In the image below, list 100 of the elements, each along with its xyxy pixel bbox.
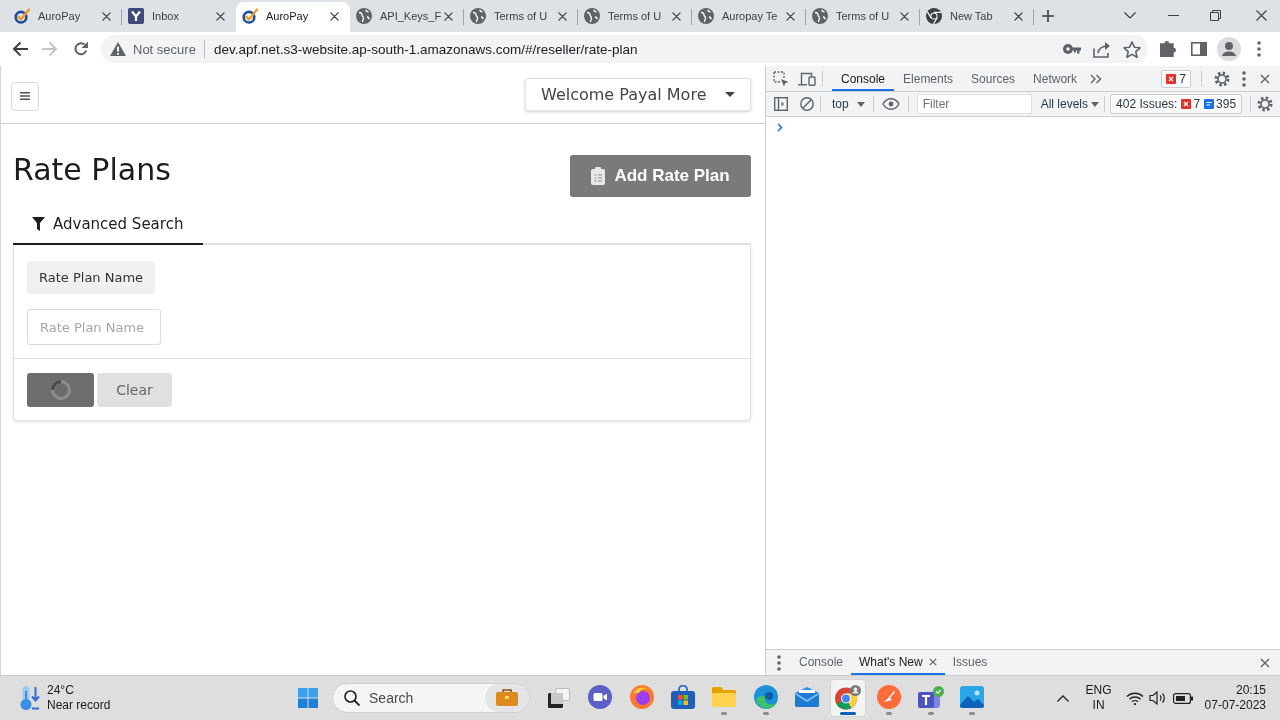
clock-date[interactable]: 07-07-2023 [1204, 698, 1266, 713]
close-icon[interactable] [1260, 657, 1270, 668]
devtools-tab[interactable]: Sources [962, 66, 1025, 91]
edge-icon[interactable] [753, 685, 778, 709]
task-view-icon[interactable] [548, 688, 570, 708]
puzzle-icon[interactable] [1160, 41, 1176, 57]
context-selector[interactable]: top [832, 97, 865, 111]
close-icon[interactable] [444, 11, 453, 21]
firefox-icon[interactable] [629, 685, 654, 709]
minimize-icon[interactable] [1168, 14, 1179, 16]
clock-time[interactable]: 20:15 [1204, 683, 1266, 698]
browser-tab[interactable]: Terms of U [806, 2, 920, 32]
weather-condition[interactable]: Near record [47, 698, 111, 713]
devtools-tab[interactable]: Elements [894, 66, 963, 91]
thermometer-icon[interactable] [20, 686, 40, 710]
inspect-icon[interactable] [773, 70, 789, 87]
clear-console-icon[interactable] [800, 97, 814, 111]
browser-tab[interactable]: Auropay Te [692, 2, 806, 32]
reload-icon[interactable] [73, 41, 89, 57]
clear-button[interactable]: Clear [97, 373, 172, 407]
weather-temperature[interactable]: 24°C [47, 683, 111, 698]
user-menu-button[interactable]: Welcome Payal More [525, 78, 751, 111]
text-input-field[interactable]: Rate Plan Name [27, 309, 161, 345]
error-count-button[interactable]: 7 [1161, 69, 1191, 88]
more-icon[interactable] [777, 654, 781, 671]
issues-button[interactable]: 402 Issues: 7 395 [1110, 94, 1243, 114]
store-bag-icon[interactable] [670, 685, 695, 709]
close-icon[interactable] [216, 11, 225, 21]
postman-icon[interactable] [877, 685, 902, 709]
security-label[interactable]: Not secure [133, 41, 196, 57]
close-icon[interactable] [672, 11, 681, 21]
sidebar-icon[interactable] [774, 97, 788, 111]
close-icon[interactable] [102, 11, 111, 21]
drawer-tab[interactable]: Console [791, 650, 852, 675]
chevron-up-icon[interactable] [1056, 694, 1069, 702]
more-tabs-icon[interactable] [1090, 73, 1103, 84]
close-icon[interactable] [1014, 11, 1023, 21]
globe-icon [584, 8, 600, 24]
search-icon [344, 690, 360, 706]
eye-icon[interactable] [881, 98, 900, 110]
photos-icon[interactable] [960, 686, 984, 708]
drawer-tab[interactable]: Issues [944, 650, 996, 675]
close-icon[interactable] [330, 11, 339, 21]
device-icon[interactable] [798, 71, 816, 86]
back-icon[interactable] [12, 41, 28, 57]
close-icon[interactable] [900, 11, 909, 21]
more-icon[interactable] [1242, 70, 1246, 87]
new-tab-icon[interactable] [1042, 10, 1054, 22]
address-bar[interactable]: Not secure dev.apf.net.s3-website.ap-south-1.amazonaws.com/#/reseller/rate-plan [101, 35, 1148, 63]
more-icon[interactable] [1257, 41, 1261, 57]
browser-tab[interactable]: AuroPay [236, 2, 350, 32]
menu-icon [20, 92, 30, 100]
video-call-icon[interactable] [588, 685, 613, 709]
browser-tab[interactable]: Terms of U [464, 2, 578, 32]
search-bar[interactable]: Search [332, 683, 530, 713]
globe-icon [356, 8, 372, 24]
chevron-down-icon[interactable] [1124, 11, 1136, 19]
share-icon[interactable] [1093, 40, 1111, 58]
close-icon[interactable] [786, 11, 795, 21]
globe-icon [470, 8, 486, 24]
browser-tab[interactable]: API_Keys_F [350, 2, 464, 32]
menu-button[interactable] [11, 81, 39, 111]
key-icon[interactable] [1063, 44, 1081, 54]
close-icon[interactable] [1256, 9, 1267, 21]
dropdown-icon [856, 101, 865, 107]
star-icon[interactable] [1123, 40, 1141, 58]
settings-icon[interactable] [1214, 70, 1230, 87]
restore-icon[interactable] [1210, 9, 1221, 21]
teams-icon[interactable] [917, 686, 944, 708]
close-icon[interactable] [1260, 73, 1270, 84]
log-levels-dropdown[interactable]: All levels [1040, 97, 1100, 111]
mail-icon[interactable] [794, 687, 819, 707]
globe-icon [698, 8, 714, 24]
close-icon[interactable] [558, 11, 567, 21]
browser-tab[interactable]: Inbox [122, 2, 236, 32]
browser-tab[interactable]: AuroPay [8, 2, 122, 32]
search-field[interactable]: Search [369, 690, 459, 706]
check-ring-icon [242, 8, 258, 24]
browser-tab[interactable]: New Tab [920, 2, 1034, 32]
error-icon [1181, 99, 1192, 109]
y-tile-icon [128, 8, 144, 24]
settings-icon[interactable] [1257, 96, 1274, 112]
search-tab[interactable]: Advanced Search [13, 205, 204, 245]
filter-icon [32, 217, 45, 231]
language-label[interactable]: ENG [1085, 683, 1112, 698]
battery-icon[interactable] [1172, 692, 1193, 704]
region-label[interactable]: IN [1085, 698, 1112, 713]
active-app-highlight[interactable] [830, 679, 867, 717]
filter-field[interactable]: Filter [916, 94, 1032, 114]
wifi-icon[interactable] [1125, 691, 1144, 705]
devtools-tab[interactable]: Network [1024, 66, 1087, 91]
side-panel-icon[interactable] [1191, 42, 1207, 56]
url-text[interactable]: dev.apf.net.s3-website.ap-south-1.amazonaws.com/#/reseller/rate-plan [213, 41, 638, 57]
browser-tab[interactable]: Terms of U [578, 2, 692, 32]
start-icon[interactable] [298, 688, 318, 708]
close-icon[interactable] [928, 657, 937, 666]
volume-icon[interactable] [1148, 691, 1167, 705]
add-rate-plan-button[interactable]: Add Rate Plan [570, 155, 751, 197]
avatar-icon[interactable] [1217, 37, 1241, 61]
chrome-icon[interactable] [835, 684, 862, 710]
